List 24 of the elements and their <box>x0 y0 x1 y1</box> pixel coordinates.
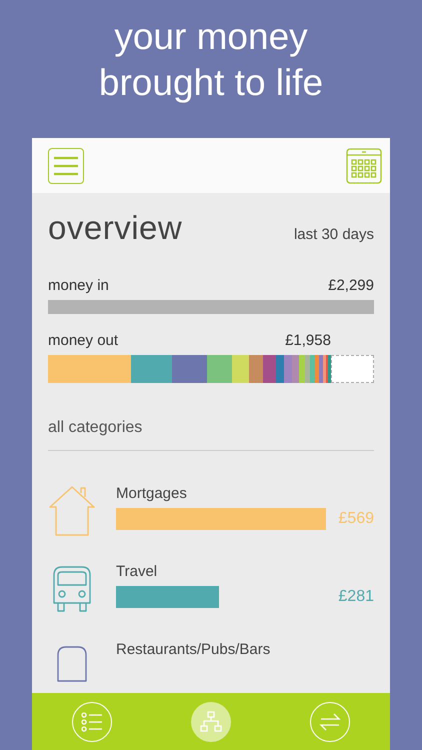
menu-icon <box>52 154 80 176</box>
menu-button[interactable] <box>48 148 84 184</box>
swap-tab[interactable] <box>310 702 350 742</box>
category-name: Travel <box>116 563 158 580</box>
categories-heading: all categories <box>48 419 144 438</box>
swap-icon <box>319 710 342 732</box>
hierarchy-tab[interactable] <box>190 702 231 742</box>
category-amount: £281 <box>337 588 374 606</box>
calendar-icon <box>346 148 382 184</box>
money-out-label: money out <box>48 332 118 350</box>
overview-title: overview <box>48 209 182 247</box>
list-icon <box>80 710 103 732</box>
category-name: Mortgages <box>116 485 188 502</box>
money-in-amount: £2,299 <box>328 277 374 294</box>
category-amount: £569 <box>337 510 374 528</box>
remaining-segment <box>330 355 374 384</box>
money-out-amount: £1,958 <box>285 332 331 350</box>
money-in-label: money in <box>48 277 109 294</box>
calendar-button[interactable] <box>346 148 382 184</box>
list-tab[interactable] <box>72 702 112 742</box>
period-selector[interactable]: last 30 days <box>294 226 374 243</box>
headline: your money brought to life <box>98 15 324 105</box>
hierarchy-icon <box>200 710 222 732</box>
category-name: Restaurants/Pubs/Bars <box>116 641 272 658</box>
